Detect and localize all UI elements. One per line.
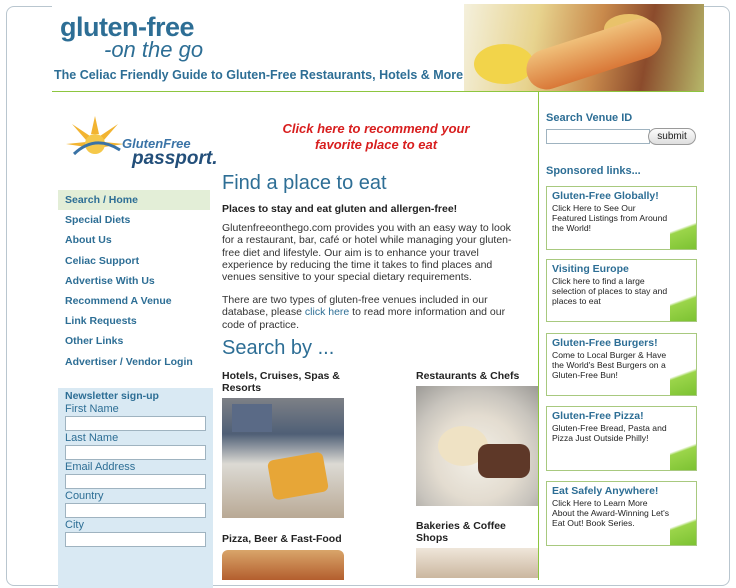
header-food-photo <box>464 4 704 92</box>
ad-body: Click Here to Learn More About the Award… <box>552 498 670 528</box>
ad-body: Gluten-Free Bread, Pasta and Pizza Just … <box>552 423 667 443</box>
ad-eat-safely-anywhere[interactable]: Eat Safely Anywhere! Click Here to Learn… <box>546 481 697 546</box>
ad-corner-decoration <box>670 281 696 321</box>
email-label: Email Address <box>65 461 136 473</box>
nav-item-link-requests[interactable]: Link Requests <box>58 311 210 331</box>
email-input[interactable] <box>65 474 206 489</box>
ad-corner-decoration <box>670 430 696 470</box>
nav-item-search-home[interactable]: Search / Home <box>58 190 210 211</box>
ad-title: Gluten-Free Burgers! <box>552 337 658 349</box>
search-by-heading: Search by ... <box>222 337 335 359</box>
site-logo-line2[interactable]: -on the go <box>104 37 203 63</box>
ad-body: Click here to find a large selection of … <box>552 276 668 306</box>
ad-gluten-free-burgers[interactable]: Gluten-Free Burgers! Come to Local Burge… <box>546 333 697 396</box>
nav-item-other-links[interactable]: Other Links <box>58 331 210 351</box>
city-input[interactable] <box>65 532 206 547</box>
newsletter-title: Newsletter sign-up <box>65 390 159 402</box>
category-hotels-label[interactable]: Hotels, Cruises, Spas & Resorts <box>222 370 352 394</box>
venue-id-input[interactable] <box>546 129 650 144</box>
gluten-free-passport-logo[interactable]: GlutenFree passport. <box>58 112 218 174</box>
category-pizza-label[interactable]: Pizza, Beer & Fast-Food <box>222 533 362 545</box>
nav-item-advertise[interactable]: Advertise With Us <box>58 271 210 291</box>
ad-gluten-free-globally[interactable]: Gluten-Free Globally! Click Here to See … <box>546 186 697 250</box>
category-bakeries-label[interactable]: Bakeries & Coffee Shops <box>416 520 528 544</box>
sponsored-links-title: Sponsored links... <box>546 165 641 177</box>
ad-title: Gluten-Free Pizza! <box>552 410 644 422</box>
ad-corner-decoration <box>670 209 696 249</box>
left-nav: Search / Home Special Diets About Us Cel… <box>58 190 210 372</box>
venue-types-paragraph: There are two types of gluten-free venue… <box>222 294 526 331</box>
last-name-label: Last Name <box>65 432 119 444</box>
find-place-heading: Find a place to eat <box>222 172 387 194</box>
recommend-venue-link[interactable]: Click here to recommend your favorite pl… <box>228 121 524 153</box>
nav-item-about-us[interactable]: About Us <box>58 230 210 250</box>
ad-title: Visiting Europe <box>552 263 629 275</box>
first-name-input[interactable] <box>65 416 206 431</box>
country-input[interactable] <box>65 503 206 518</box>
click-here-link[interactable]: click here <box>305 306 349 318</box>
site-header: gluten-free -on the go The Celiac Friend… <box>52 4 704 92</box>
ad-corner-decoration <box>670 505 696 545</box>
passport-logo-line2: passport. <box>132 148 218 169</box>
fish-shape <box>521 13 667 92</box>
ad-corner-decoration <box>670 355 696 395</box>
intro-paragraph: Glutenfreeonthego.com provides you with … <box>222 222 512 284</box>
first-name-label: First Name <box>65 403 119 415</box>
ad-gluten-free-pizza[interactable]: Gluten-Free Pizza! Gluten-Free Bread, Pa… <box>546 406 697 471</box>
category-hotels-photo[interactable] <box>222 398 344 518</box>
ad-title: Eat Safely Anywhere! <box>552 485 659 497</box>
ad-visiting-europe[interactable]: Visiting Europe Click here to find a lar… <box>546 259 697 322</box>
country-label: Country <box>65 490 104 502</box>
ad-body: Come to Local Burger & Have the World's … <box>552 350 667 380</box>
ad-body: Click Here to See Our Featured Listings … <box>552 203 668 233</box>
ad-title: Gluten-Free Globally! <box>552 190 659 202</box>
submit-button[interactable]: submit <box>648 128 696 145</box>
nav-item-recommend-venue[interactable]: Recommend A Venue <box>58 291 210 311</box>
lemon-shape <box>474 44 534 84</box>
nav-item-special-diets[interactable]: Special Diets <box>58 210 210 230</box>
last-name-input[interactable] <box>65 445 206 460</box>
pillow-shape <box>266 451 330 501</box>
newsletter-signup: Newsletter sign-up First Name Last Name … <box>58 388 213 588</box>
steak-shape <box>478 444 530 478</box>
lamp-shape <box>232 404 272 432</box>
city-label: City <box>65 519 84 531</box>
recommend-line1: Click here to recommend your <box>282 121 470 136</box>
recommend-line2: favorite place to eat <box>314 137 438 152</box>
nav-item-celiac-support[interactable]: Celiac Support <box>58 251 210 271</box>
nav-item-vendor-login[interactable]: Advertiser / Vendor Login <box>58 352 210 372</box>
sunburst-icon <box>66 116 124 156</box>
category-restaurants-photo[interactable] <box>416 386 538 506</box>
category-restaurants-label[interactable]: Restaurants & Chefs <box>416 370 546 382</box>
category-bakeries-photo[interactable] <box>416 548 538 578</box>
search-venue-title: Search Venue ID <box>546 112 633 124</box>
site-tagline: The Celiac Friendly Guide to Gluten-Free… <box>54 68 464 82</box>
intro-bold-text: Places to stay and eat gluten and allerg… <box>222 203 458 215</box>
category-pizza-photo[interactable] <box>222 550 344 580</box>
